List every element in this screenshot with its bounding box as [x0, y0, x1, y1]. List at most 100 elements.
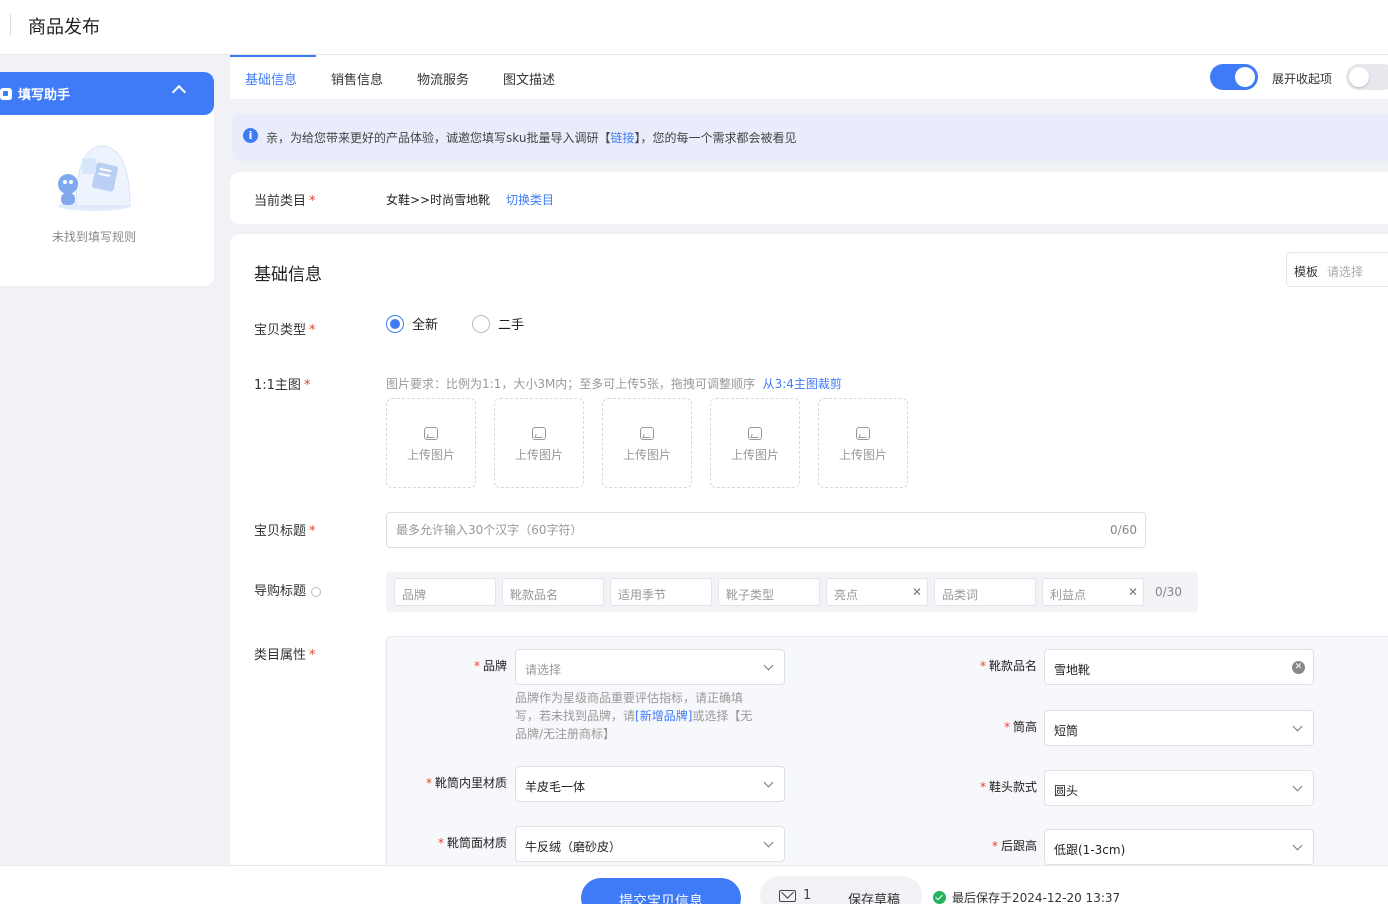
help-icon[interactable] — [311, 586, 322, 597]
guide-chip-category-word[interactable]: 品类词 — [934, 578, 1036, 606]
submit-button[interactable]: 提交宝贝信息 — [581, 878, 741, 904]
image-icon — [640, 427, 654, 440]
mail-icon — [779, 890, 796, 902]
close-icon[interactable]: ✕ — [1128, 585, 1138, 599]
required-mark: * — [309, 648, 316, 663]
chevron-up-icon[interactable] — [171, 84, 187, 100]
item-type-label-text: 宝贝类型 — [254, 323, 307, 338]
toggle-knob — [1349, 67, 1369, 87]
required-mark: * — [1003, 720, 1010, 734]
shaft-height-select[interactable]: 短筒 — [1044, 710, 1314, 746]
upload-label: 上传图片 — [730, 448, 779, 462]
brand-label: * 品牌 — [395, 657, 507, 674]
helper-panel: 填写助手 未找到填写规则 — [0, 72, 214, 286]
item-type-label: 宝贝类型 * — [254, 319, 316, 338]
item-title-label: 宝贝标题 * — [254, 520, 316, 539]
category-card: 当前类目 * 女鞋>>时尚雪地靴 切换类目 — [230, 172, 1388, 224]
guide-char-count: 0/30 — [1155, 585, 1182, 599]
upper-material-value: 牛反绒（磨砂皮） — [525, 840, 622, 854]
shaft-height-label-text: 筒高 — [1012, 720, 1037, 734]
required-mark: * — [425, 776, 432, 790]
template-select[interactable]: 模板 请选择 — [1286, 252, 1388, 287]
upload-slot-3[interactable]: 上传图片 — [602, 398, 692, 488]
lining-value: 羊皮毛一体 — [525, 780, 586, 794]
save-draft-button[interactable]: 1 保存草稿 — [760, 876, 922, 904]
toe-style-label: * 鞋头款式 — [927, 778, 1037, 795]
upload-label: 上传图片 — [838, 448, 887, 462]
radio-new[interactable]: 全新 — [386, 314, 438, 333]
toggle-switch-off[interactable] — [1346, 64, 1388, 90]
close-icon[interactable]: ✕ — [912, 585, 922, 599]
category-attr-label-text: 类目属性 — [254, 648, 307, 663]
chevron-down-icon — [763, 777, 774, 788]
required-mark: * — [991, 839, 998, 853]
toe-style-label-text: 鞋头款式 — [988, 780, 1037, 794]
toggle-switch-on[interactable] — [1210, 64, 1258, 90]
guide-chip-style-name[interactable]: 靴款品名 — [502, 578, 604, 606]
required-mark: * — [309, 323, 316, 338]
tab-description[interactable]: 图文描述 — [503, 69, 555, 88]
image-hint-text: 图片要求：比例为1:1，大小3M内；至多可上传5张，拖拽可调整顺序 — [386, 377, 755, 391]
helper-title: 填写助手 — [18, 88, 71, 103]
chevron-down-icon — [1292, 721, 1303, 732]
upper-material-select[interactable]: 牛反绒（磨砂皮） — [515, 826, 785, 862]
add-brand-link[interactable]: [新增品牌] — [635, 709, 692, 723]
item-title-input[interactable] — [387, 513, 1087, 547]
brand-label-text: 品牌 — [482, 659, 507, 673]
guide-chip-benefit[interactable]: 利益点 ✕ — [1042, 578, 1144, 606]
tab-indicator — [230, 55, 316, 57]
top-bar: 商品发布 — [0, 0, 1388, 55]
style-name-label-text: 靴款品名 — [988, 659, 1037, 673]
template-placeholder: 请选择 — [1327, 265, 1364, 279]
chevron-down-icon — [763, 660, 774, 671]
item-title-label-text: 宝贝标题 — [254, 524, 307, 539]
section-title: 基础信息 — [254, 265, 322, 285]
switch-category-link[interactable]: 切换类目 — [506, 191, 554, 208]
empty-text: 未找到填写规则 — [51, 230, 136, 244]
footer-bar: 提交宝贝信息 1 保存草稿 最后保存于2024-12-20 13:37 — [0, 865, 1388, 904]
heel-height-value: 低跟(1-3cm) — [1054, 843, 1126, 857]
guide-title-label: 导购标题 — [254, 580, 322, 599]
crop-from-3-4-link[interactable]: 从3:4主图裁剪 — [763, 377, 842, 391]
upload-slot-1[interactable]: 上传图片 — [386, 398, 476, 488]
tab-basic-info[interactable]: 基础信息 — [245, 69, 297, 88]
style-name-select[interactable]: 雪地靴 ✕ — [1044, 649, 1314, 685]
notice-link[interactable]: 链接 — [610, 131, 634, 145]
brand-select[interactable]: 请选择 — [515, 649, 785, 685]
main-image-label-text: 1:1主图 — [254, 378, 301, 393]
upload-slot-5[interactable]: 上传图片 — [818, 398, 908, 488]
guide-chip-season[interactable]: 适用季节 — [610, 578, 712, 606]
guide-chip-boot-type[interactable]: 靴子类型 — [718, 578, 820, 606]
main-image-label: 1:1主图 * — [254, 374, 310, 393]
helper-header[interactable]: 填写助手 — [0, 72, 214, 115]
brand-tip: 品牌作为星级商品重要评估指标，请正确填写，若未找到品牌，请[新增品牌]或选择【无… — [515, 689, 755, 743]
chevron-down-icon — [1292, 840, 1303, 851]
last-saved-text: 最后保存于2024-12-20 13:37 — [952, 891, 1121, 904]
image-icon — [424, 427, 438, 440]
divider — [10, 14, 11, 36]
upload-label: 上传图片 — [406, 448, 455, 462]
guide-chip-brand[interactable]: 品牌 — [394, 578, 496, 606]
radio-dot — [386, 314, 404, 333]
lining-select[interactable]: 羊皮毛一体 — [515, 766, 785, 802]
radio-used[interactable]: 二手 — [472, 314, 524, 333]
tab-logistics[interactable]: 物流服务 — [417, 69, 469, 88]
template-label: 模板 — [1294, 265, 1319, 279]
expand-collapse-label: 展开收起项 — [1272, 72, 1333, 86]
tab-sales-info[interactable]: 销售信息 — [331, 69, 383, 88]
shaft-height-value: 短筒 — [1054, 724, 1079, 738]
heel-height-select[interactable]: 低跟(1-3cm) — [1044, 829, 1314, 865]
title-char-count: 0/60 — [1110, 523, 1137, 537]
toe-style-select[interactable]: 圆头 — [1044, 770, 1314, 806]
guide-chip-highlight[interactable]: 亮点 ✕ — [826, 578, 928, 606]
chip-placeholder: 靴款品名 — [510, 588, 559, 602]
clear-icon[interactable]: ✕ — [1292, 661, 1305, 674]
empty-illustration — [58, 145, 131, 211]
notice-text-before: 亲，为给您带来更好的产品体验，诚邀您填写sku批量导入调研【 — [266, 131, 611, 145]
upload-slot-4[interactable]: 上传图片 — [710, 398, 800, 488]
radio-dot — [472, 314, 490, 333]
upper-material-label-text: 靴筒面材质 — [446, 836, 507, 850]
chip-placeholder: 品类词 — [942, 588, 979, 602]
check-circle-icon — [933, 891, 946, 904]
upload-slot-2[interactable]: 上传图片 — [494, 398, 584, 488]
